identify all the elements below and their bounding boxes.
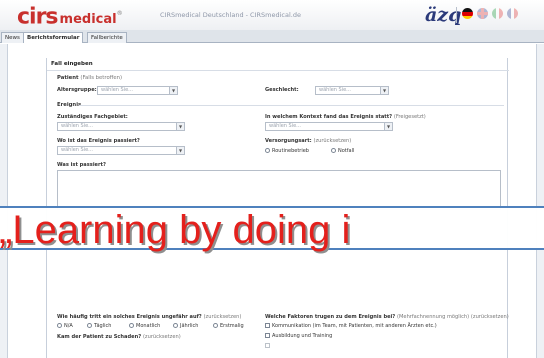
patient-section-title: Patient (Falls betroffen) — [57, 75, 123, 81]
gender-label: Geschlecht: — [265, 87, 299, 93]
specialty-select[interactable]: wählen Sie... ▼ — [57, 122, 185, 131]
event-section-title: Ereignis — [57, 102, 82, 108]
checkbox-ausbildung[interactable]: Ausbildung und Training — [265, 333, 332, 339]
chevron-down-icon: ▼ — [176, 123, 184, 130]
taeglich-label: Täglich — [94, 323, 112, 329]
checkbox[interactable] — [265, 343, 270, 348]
gender-select[interactable]: wählen Sie... ▼ — [315, 86, 389, 95]
context-hint: (Freigesetzt) — [393, 114, 426, 120]
kommunikation-label: Kommunikation (im Team, mit Patienten, m… — [272, 323, 437, 329]
tab-fallberichte[interactable]: Fallberichte — [87, 32, 127, 43]
radio-notfall[interactable]: Notfall — [331, 148, 354, 154]
chevron-down-icon: ▼ — [169, 87, 177, 94]
specialty-label: Zuständiges Fachgebiet: — [57, 114, 128, 120]
radio-na[interactable]: N/A — [57, 323, 73, 329]
header-divider — [456, 7, 457, 23]
radio-button[interactable] — [173, 323, 178, 328]
care-type-label: Versorgungsart: (zurücksetzen) — [265, 138, 352, 144]
logo-main-text: cirs — [17, 4, 59, 30]
notfall-label: Notfall — [338, 148, 355, 154]
gender-value: wählen Sie... — [319, 87, 351, 93]
banner-text: „Learning by doing i — [0, 208, 351, 252]
flag-fr-icon[interactable] — [507, 8, 518, 19]
ausbildung-label: Ausbildung und Training — [272, 333, 333, 339]
context-label: In welchem Kontext fand das Ereignis sta… — [265, 114, 426, 120]
radio-routinebetrieb[interactable]: Routinebetrieb — [265, 148, 309, 154]
monatlich-label: Monatlich — [136, 323, 161, 329]
radio-monatlich[interactable]: Monatlich — [129, 323, 160, 329]
chevron-down-icon: ▼ — [384, 123, 392, 130]
right-sidebar — [536, 44, 544, 358]
flag-de-icon[interactable] — [462, 8, 473, 19]
tab-bar: News Berichtsformular Fallberichte — [0, 30, 544, 43]
flag-it-icon[interactable] — [492, 8, 503, 19]
cirsmedical-logo[interactable]: cirs medical® — [17, 1, 123, 33]
where-value: wählen Sie... — [61, 147, 93, 153]
radio-button[interactable] — [213, 323, 218, 328]
divider — [79, 105, 504, 106]
frequency-label: Wie häufig tritt ein solches Ereignis un… — [57, 314, 242, 320]
radio-jaehrlich[interactable]: Jährlich — [173, 323, 198, 329]
radio-button[interactable] — [57, 323, 62, 328]
na-label: N/A — [64, 323, 73, 329]
tab-berichtsformular[interactable]: Berichtsformular — [23, 32, 84, 43]
radio-button[interactable] — [265, 148, 270, 153]
factors-hint: (Mehrfachnennung möglich) — [397, 314, 470, 320]
tab-news[interactable]: News — [1, 32, 24, 43]
logo-mark: ® — [116, 10, 123, 17]
app-header: cirs medical® CIRSmedical Deutschland - C… — [0, 0, 544, 30]
care-type-reset[interactable]: (zurücksetzen) — [313, 138, 351, 144]
specialty-value: wählen Sie... — [61, 123, 93, 129]
where-select[interactable]: wählen Sie... ▼ — [57, 146, 185, 155]
age-group-label: Altersgruppe: — [57, 87, 97, 93]
flag-uk-icon[interactable] — [477, 8, 488, 19]
where-label: Wo ist das Ereignis passiert? — [57, 138, 140, 144]
context-select[interactable]: wählen Sie... ▼ — [265, 122, 393, 131]
quote-banner: „Learning by doing i — [0, 206, 544, 252]
checkbox-more[interactable] — [265, 343, 272, 349]
form-heading: Fall eingeben — [51, 61, 93, 67]
chevron-down-icon: ▼ — [176, 147, 184, 154]
screen: cirs medical® CIRSmedical Deutschland - C… — [0, 0, 544, 358]
context-value: wählen Sie... — [269, 123, 301, 129]
harm-reset[interactable]: (zurücksetzen) — [143, 334, 181, 340]
checkbox-kommunikation[interactable]: Kommunikation (im Team, mit Patienten, m… — [265, 323, 437, 329]
radio-button[interactable] — [87, 323, 92, 328]
divider — [47, 70, 509, 71]
factors-reset[interactable]: (zurücksetzen) — [471, 314, 509, 320]
logo-sub-text: medical — [59, 12, 117, 28]
chevron-down-icon: ▼ — [380, 87, 388, 94]
erstmalig-label: Erstmalig — [220, 323, 244, 329]
age-group-value: wählen Sie... — [101, 87, 133, 93]
harm-label: Kam der Patient zu Schaden? (zurücksetze… — [57, 334, 181, 340]
patient-hint: (Falls betroffen) — [80, 75, 123, 81]
jaehrlich-label: Jährlich — [180, 323, 199, 329]
checkbox[interactable] — [265, 323, 270, 328]
frequency-reset[interactable]: (zurücksetzen) — [204, 314, 242, 320]
radio-erstmalig[interactable]: Erstmalig — [213, 323, 244, 329]
checkbox[interactable] — [265, 333, 270, 338]
left-sidebar — [0, 44, 8, 358]
radio-button[interactable] — [331, 148, 336, 153]
what-happened-textarea[interactable] — [57, 170, 501, 210]
what-happened-label: Was ist passiert? — [57, 162, 106, 168]
radio-button[interactable] — [129, 323, 134, 328]
window-title: CIRSmedical Deutschland - CIRSmedical.de — [160, 11, 301, 19]
language-flags — [462, 8, 542, 22]
age-group-select[interactable]: wählen Sie... ▼ — [97, 86, 178, 95]
radio-taeglich[interactable]: Täglich — [87, 323, 111, 329]
factors-label: Welche Faktoren trugen zu dem Ereignis b… — [265, 314, 509, 320]
routinebetrieb-label: Routinebetrieb — [272, 148, 309, 154]
